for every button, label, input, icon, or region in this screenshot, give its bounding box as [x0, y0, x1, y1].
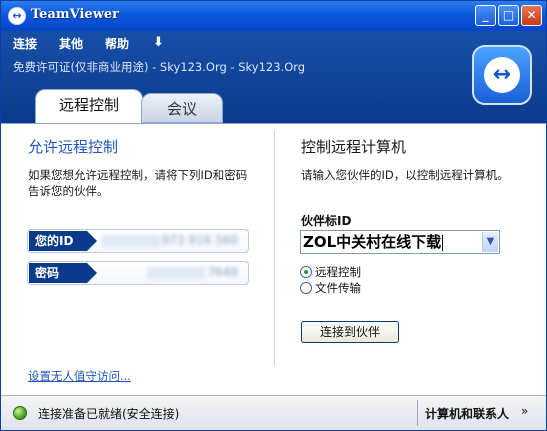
teamviewer-app-icon [8, 7, 26, 25]
allow-panel-title: 允许远程控制 [28, 138, 119, 156]
unattended-access-link[interactable]: 设置无人值守访问... [28, 368, 131, 384]
partner-id-label: 伙伴标ID [301, 214, 352, 228]
password-value: 7649 [148, 265, 238, 279]
menu-connect[interactable]: 连接 [13, 35, 37, 52]
menu-help[interactable]: 帮助 [105, 35, 129, 52]
expand-arrow-icon[interactable]: » [521, 404, 528, 418]
maximize-button[interactable]: □ [498, 5, 519, 26]
main-content: 允许远程控制 如果您想允许远程控制，请将下列ID和密码告诉您的伙伴。 您的ID … [1, 123, 546, 395]
computers-and-contacts-button[interactable]: 计算机和联系人 [425, 405, 509, 422]
tab-remote-control[interactable]: 远程控制 [35, 89, 143, 123]
connect-to-partner-button[interactable]: 连接到伙伴 [301, 321, 399, 343]
control-panel-description: 请输入您伙伴的ID，以控制远程计算机。 [301, 168, 509, 182]
password-label: 密码 [29, 263, 97, 283]
close-button[interactable]: ✕ [521, 5, 542, 26]
option-file-transfer[interactable]: 文件传输 [300, 280, 361, 296]
your-id-row: 您的ID 973 916 560 [27, 229, 249, 253]
status-separator [417, 400, 418, 426]
your-id-label: 您的ID [29, 231, 97, 251]
status-text: 连接准备已就绪(安全连接) [38, 407, 180, 421]
title-bar[interactable]: TeamViewer _ □ ✕ [1, 1, 546, 31]
window-title: TeamViewer [31, 7, 120, 22]
partner-id-combobox[interactable]: ZOL中关村在线下载 ▼ [300, 230, 500, 254]
status-bar: 连接准备已就绪(安全连接) 计算机和联系人 » [1, 395, 546, 430]
status-indicator-icon [13, 406, 27, 420]
tab-bar: 远程控制 会议 [1, 87, 546, 123]
chevron-down-icon[interactable]: ▼ [482, 232, 498, 252]
tab-meeting[interactable]: 会议 [141, 93, 223, 123]
minimize-button[interactable]: _ [475, 5, 496, 26]
teamviewer-window: TeamViewer _ □ ✕ 连接 其他 帮助 ⬇ 免费许可证(仅非商业用途… [0, 0, 547, 431]
your-id-value: 973 916 560 [101, 233, 238, 247]
control-remote-computer-panel: 控制远程计算机 请输入您伙伴的ID，以控制远程计算机。 伙伴标ID ZOL中关村… [275, 124, 546, 396]
option-remote-control[interactable]: 远程控制 [300, 264, 361, 280]
option-file-transfer-label: 文件传输 [315, 281, 361, 295]
allow-remote-control-panel: 允许远程控制 如果您想允许远程控制，请将下列ID和密码告诉您的伙伴。 您的ID … [1, 124, 274, 396]
password-row: 密码 7649 [27, 261, 249, 285]
license-text: 免费许可证(仅非商业用途) - Sky123.Org - Sky123.Org [13, 60, 306, 74]
radio-remote-control[interactable] [300, 266, 312, 278]
radio-file-transfer[interactable] [300, 282, 312, 294]
partner-id-input[interactable]: ZOL中关村在线下载 [303, 233, 444, 251]
option-remote-control-label: 远程控制 [315, 265, 361, 279]
allow-panel-description: 如果您想允许远程控制，请将下列ID和密码告诉您的伙伴。 [28, 168, 248, 198]
text-caret [442, 234, 444, 251]
menu-other[interactable]: 其他 [59, 35, 83, 52]
partner-id-text: ZOL中关村在线下载 [303, 233, 442, 251]
control-panel-title: 控制远程计算机 [301, 138, 407, 156]
download-icon[interactable]: ⬇ [153, 35, 164, 50]
